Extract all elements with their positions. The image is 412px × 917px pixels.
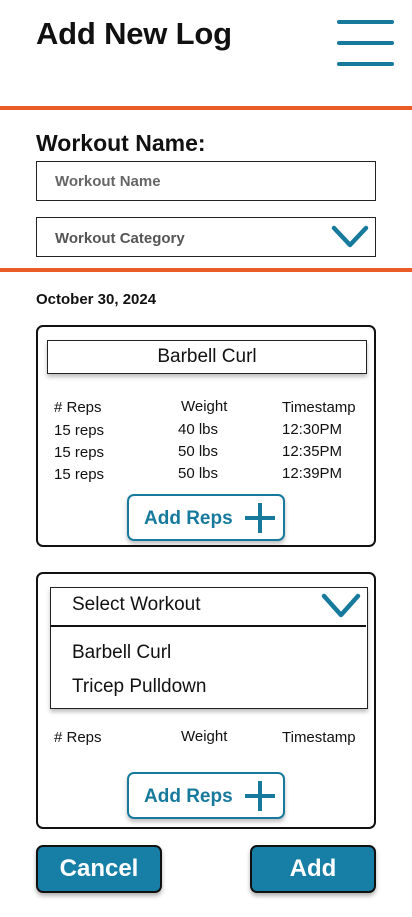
workout-name-input[interactable] — [36, 161, 376, 201]
column-header-timestamp: Timestamp — [282, 729, 356, 746]
weight-value: 50 lbs — [178, 443, 219, 460]
exercise-name: Barbell Curl — [47, 340, 367, 374]
chevron-down-icon — [321, 593, 361, 618]
dropdown-option[interactable]: Barbell Curl — [72, 642, 171, 664]
hamburger-menu-icon[interactable] — [337, 20, 394, 66]
timestamp-value: 12:39PM — [282, 465, 343, 482]
page-title: Add New Log — [36, 16, 232, 51]
column-header-reps: # Reps — [54, 729, 102, 746]
divider-top — [0, 106, 412, 110]
workout-select-toggle[interactable]: Select Workout — [51, 588, 366, 627]
add-reps-button[interactable]: Add Reps — [127, 772, 285, 819]
column-header-timestamp: Timestamp — [282, 399, 356, 416]
reps-value: 15 reps — [54, 466, 105, 483]
workout-select-dropdown: Select Workout Barbell Curl Tricep Pulld… — [50, 587, 368, 709]
log-card: Select Workout Barbell Curl Tricep Pulld… — [36, 572, 376, 829]
reps-value: 15 reps — [54, 444, 105, 461]
divider-bottom — [0, 268, 412, 272]
column-header-weight: Weight — [181, 728, 228, 745]
timestamp-value: 12:30PM — [282, 421, 343, 438]
chevron-down-icon — [331, 225, 369, 248]
workout-select-label: Select Workout — [72, 594, 201, 615]
dropdown-option[interactable]: Tricep Pulldown — [72, 676, 206, 698]
add-reps-label: Add Reps — [144, 786, 233, 807]
add-reps-button[interactable]: Add Reps — [127, 494, 285, 541]
log-card: Barbell Curl # Reps Weight Timestamp 15 … — [36, 325, 376, 547]
weight-value: 50 lbs — [178, 465, 219, 482]
menu-bar-top — [337, 20, 394, 24]
workout-category-label: Workout Category — [55, 230, 185, 247]
timestamp-value: 12:35PM — [282, 443, 343, 460]
weight-value: 40 lbs — [178, 421, 219, 438]
cancel-button[interactable]: Cancel — [36, 845, 162, 893]
workout-category-select[interactable]: Workout Category — [36, 217, 376, 257]
log-date: October 30, 2024 — [36, 291, 157, 308]
reps-value: 15 reps — [54, 422, 105, 439]
add-button[interactable]: Add — [250, 845, 376, 893]
menu-bar-middle — [337, 41, 394, 45]
column-header-weight: Weight — [181, 398, 228, 415]
column-header-reps: # Reps — [54, 399, 102, 416]
add-reps-label: Add Reps — [144, 508, 233, 529]
menu-bar-bottom — [337, 62, 394, 66]
workout-name-label: Workout Name: — [36, 130, 206, 156]
